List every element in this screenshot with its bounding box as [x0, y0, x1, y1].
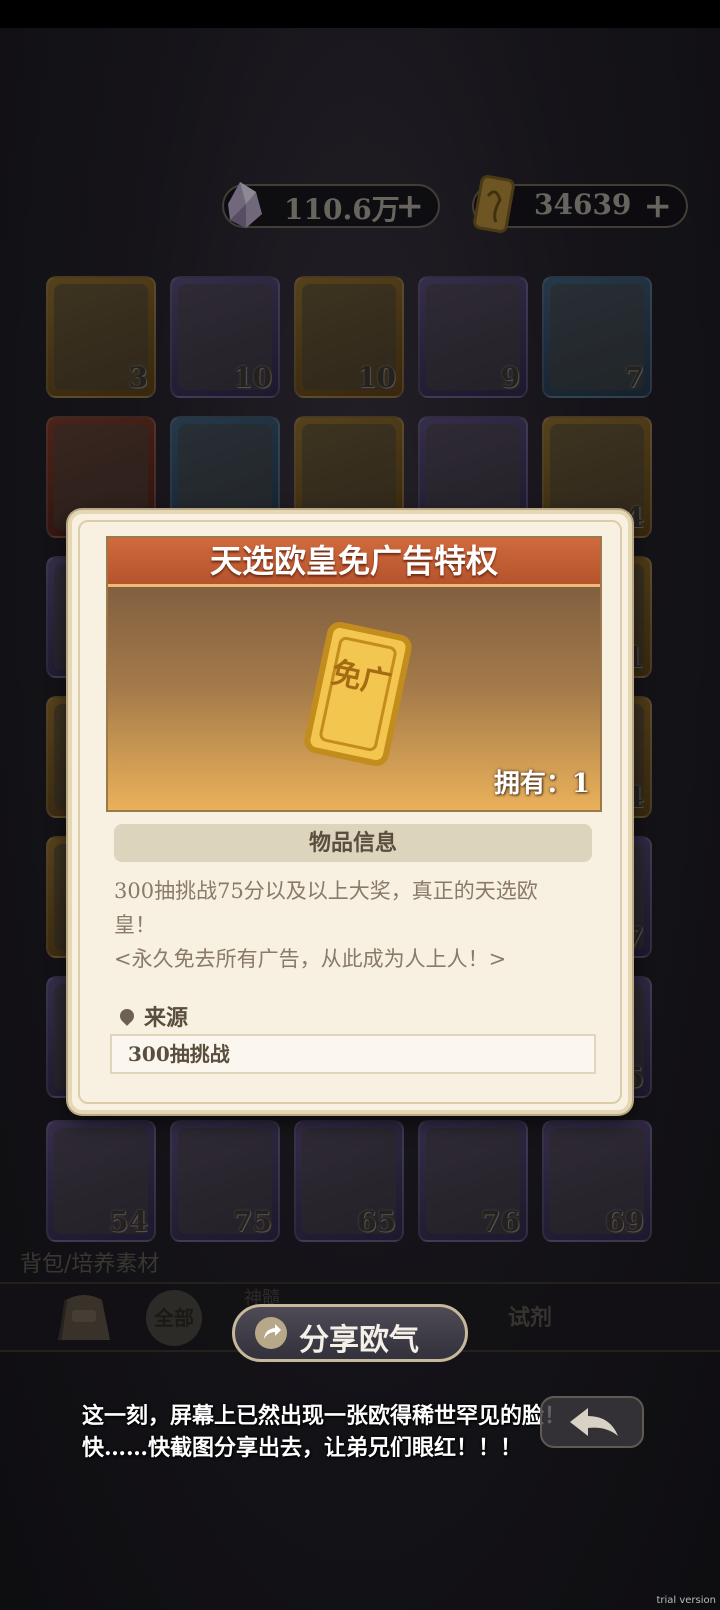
- share-arrow-icon: [255, 1317, 287, 1349]
- item-banner: 天选欧皇免广告特权 免广 拥有：1: [106, 536, 602, 812]
- description-line: 皇！: [114, 913, 156, 937]
- item-title: 天选欧皇免广告特权: [108, 538, 600, 587]
- caption-line: 这一刻，屏幕上已然出现一张欧得稀世罕见的脸！: [82, 1403, 567, 1429]
- source-value[interactable]: 300抽挑战: [110, 1034, 596, 1074]
- back-arrow-icon: [570, 1408, 618, 1436]
- share-button[interactable]: 分享欧气: [232, 1304, 468, 1362]
- info-heading: 物品信息: [114, 824, 592, 862]
- description-line: <永久免去所有广告，从此成为人上人！>: [114, 947, 507, 971]
- owned-count: 拥有：1: [493, 769, 590, 799]
- item-detail-modal: 天选欧皇免广告特权 免广 拥有：1 物品信息 300抽挑战75分以及以上大奖，真…: [68, 510, 632, 1114]
- trial-watermark: trial version: [656, 1595, 716, 1606]
- item-description: 300抽挑战75分以及以上大奖，真正的天选欧 皇！ <永久免去所有广告，从此成为…: [114, 874, 594, 976]
- share-caption: 这一刻，屏幕上已然出现一张欧得稀世罕见的脸！ 快……快截图分享出去，让弟兄们眼红…: [82, 1400, 566, 1464]
- ad-free-ticket-icon: 免广: [304, 622, 412, 766]
- back-button[interactable]: [540, 1396, 644, 1448]
- status-bar: [0, 0, 720, 28]
- description-line: 300抽挑战75分以及以上大奖，真正的天选欧: [114, 879, 538, 903]
- source-label: 来源: [117, 1000, 188, 1032]
- share-label: 分享欧气: [299, 1323, 419, 1358]
- caption-line: 快……快截图分享出去，让弟兄们眼红！！！: [82, 1435, 523, 1461]
- location-pin-icon: [117, 1006, 137, 1026]
